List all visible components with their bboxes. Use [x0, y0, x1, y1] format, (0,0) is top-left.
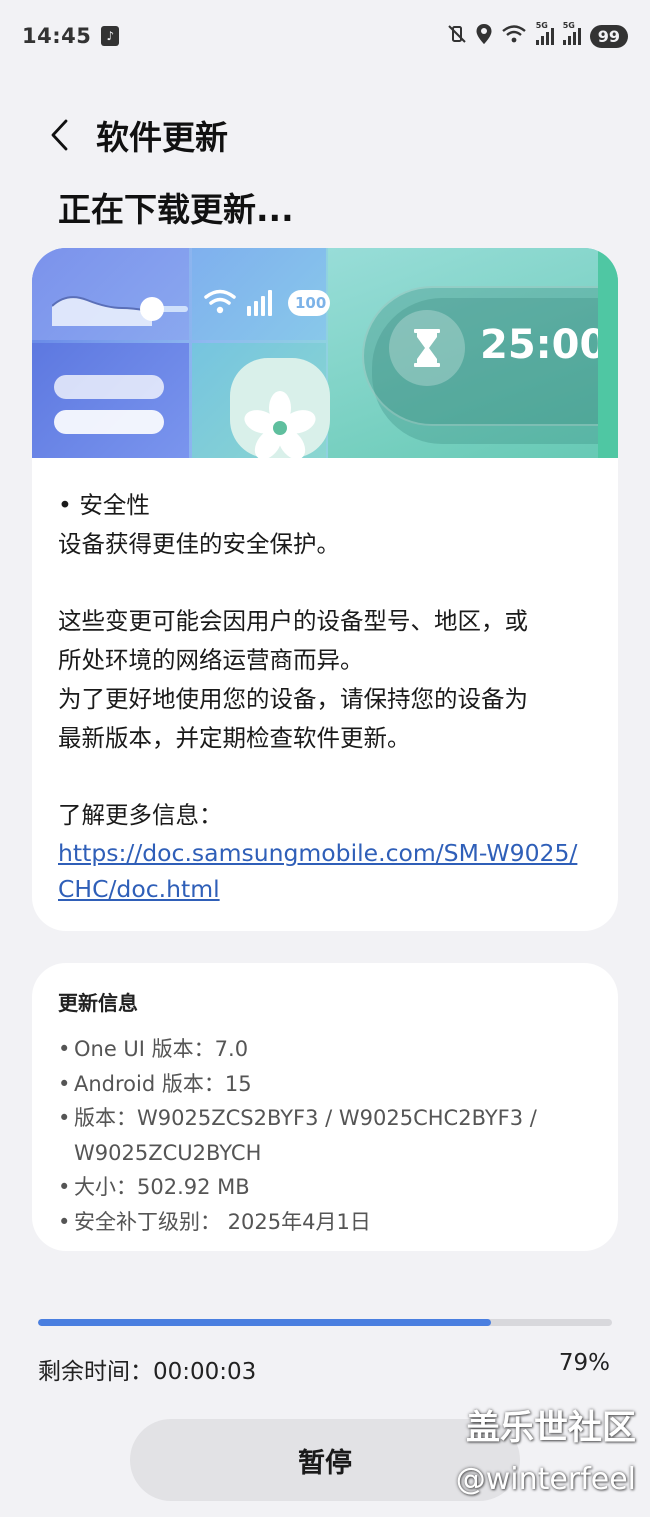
- update-banner-image: 100 25:00: [32, 248, 618, 458]
- page-title: 软件更新: [96, 118, 228, 157]
- remaining-time: 剩余时间：00:00:03: [38, 1359, 257, 1385]
- progress-fill: [38, 1319, 492, 1326]
- back-arrow-icon: [51, 119, 68, 151]
- download-status-heading: 正在下载更新...: [58, 190, 294, 229]
- location-icon: [476, 23, 492, 49]
- network-type-label: 5G: [562, 21, 575, 30]
- info-text: 大小：502.92 MB: [74, 1175, 250, 1199]
- battery-indicator: 99: [589, 24, 628, 48]
- status-left: 14:45 ♪: [22, 24, 120, 48]
- app-header: 软件更新: [0, 105, 650, 165]
- release-notes-link[interactable]: https://doc.samsungmobile.com/SM-W9025/C…: [58, 835, 592, 907]
- signal-bars-icon: [247, 290, 272, 316]
- bullet: •: [58, 1071, 71, 1096]
- notes-bullet-title: • 安全性: [58, 491, 150, 519]
- info-row-patch: • 安全补丁级别： 2025年4月1日: [58, 1205, 592, 1240]
- back-button[interactable]: [40, 110, 80, 160]
- signal-icon-2: 5G: [562, 21, 581, 45]
- fan-icon: [244, 391, 316, 458]
- info-text: Android 版本：15: [74, 1071, 252, 1096]
- banner-pill: [54, 375, 164, 399]
- notes-line: 最新版本，并定期检查软件更新。: [58, 724, 411, 752]
- status-right: 5G 5G 99: [447, 21, 628, 49]
- info-row-oneui: • One UI 版本：7.0: [58, 1032, 592, 1067]
- notes-line: 设备获得更佳的安全保护。: [58, 530, 340, 558]
- progress-percent: 79%: [558, 1350, 610, 1376]
- watermark-line-1: 盖乐世社区: [466, 1408, 636, 1448]
- bullet: •: [58, 1209, 71, 1234]
- release-notes-card: 100 25:00 • 安全性 设备获得更佳的安全保护。 这些变更可能会因用户的…: [32, 248, 618, 931]
- music-note-icon: ♪: [101, 26, 120, 46]
- status-time: 14:45: [22, 24, 92, 48]
- info-text: One UI 版本：7.0: [74, 1037, 249, 1061]
- watermark-line-2: @winterfeel: [455, 1462, 636, 1497]
- hourglass-circle: [389, 310, 465, 386]
- bullet: •: [58, 1106, 71, 1130]
- battery-pill-graphic: 100: [288, 290, 330, 316]
- slider-thumb: [140, 297, 164, 321]
- bullet: •: [58, 1175, 71, 1199]
- more-info-label: 了解更多信息：: [58, 801, 223, 829]
- notes-line: 为了更好地使用您的设备，请保持您的设备为: [58, 685, 528, 713]
- wifi-icon: [204, 289, 236, 314]
- timer-text: 25:00: [480, 322, 608, 368]
- status-bar: 14:45 ♪ 5G 5G 99: [0, 0, 650, 72]
- notes-line: 这些变更可能会因用户的设备型号、地区，或: [58, 607, 528, 635]
- info-row-android: • Android 版本：15: [58, 1067, 592, 1102]
- release-notes-text: • 安全性 设备获得更佳的安全保护。 这些变更可能会因用户的设备型号、地区，或 …: [32, 458, 618, 907]
- banner-pill: [54, 410, 164, 434]
- info-row-build: • 版本：W9025ZCS2BYF3 / W9025CHC2BYF3 / W90…: [58, 1101, 592, 1170]
- info-row-size: • 大小：502.92 MB: [58, 1170, 592, 1205]
- update-info-title: 更新信息: [58, 991, 138, 1015]
- update-info-card: 更新信息 • One UI 版本：7.0 • Android 版本：15 • 版…: [32, 963, 618, 1251]
- signal-icon-1: 5G: [535, 21, 554, 45]
- community-watermark: 盖乐世社区 @winterfeel: [456, 1402, 636, 1506]
- vibrate-mute-icon: [447, 24, 467, 49]
- wifi-status-icon: [501, 24, 527, 49]
- hourglass-icon: [414, 329, 440, 367]
- info-text: 安全补丁级别： 2025年4月1日: [74, 1209, 371, 1234]
- network-type-label: 5G: [535, 21, 548, 30]
- info-text: 版本：W9025ZCS2BYF3 / W9025CHC2BYF3 / W9025…: [74, 1106, 537, 1165]
- download-progress-bar: [38, 1319, 612, 1326]
- notes-line: 所处环境的网络运营商而异。: [58, 646, 364, 674]
- bullet: •: [58, 1037, 71, 1061]
